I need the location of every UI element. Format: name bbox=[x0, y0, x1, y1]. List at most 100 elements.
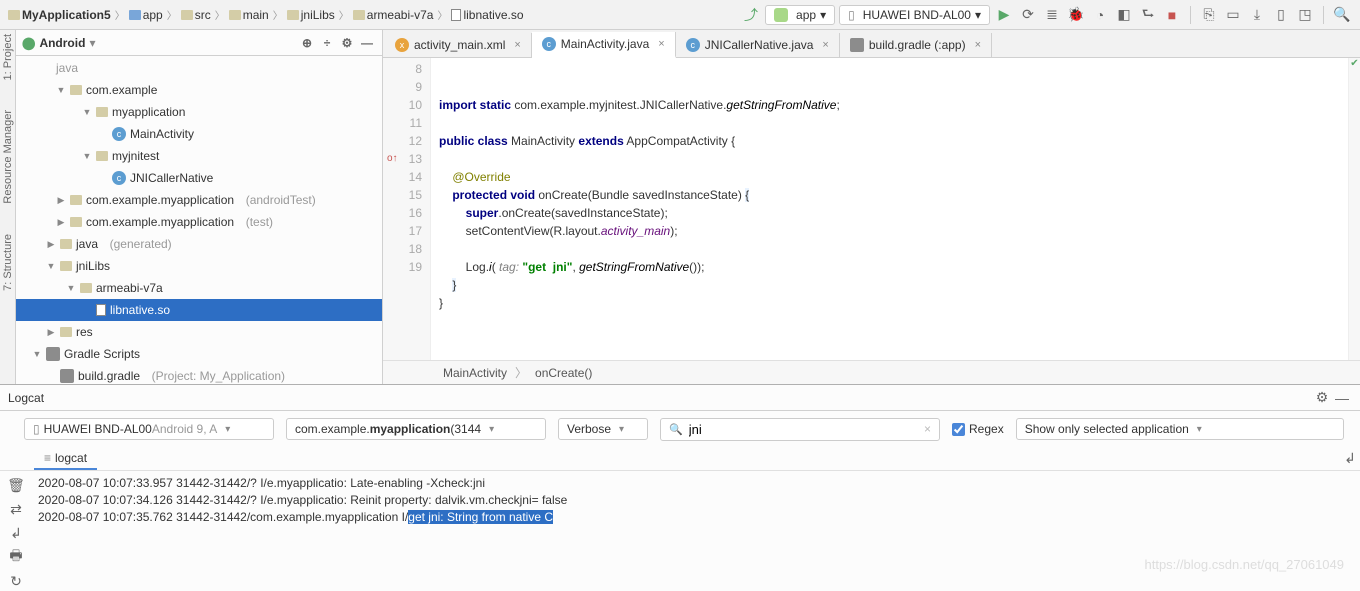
project-tree: java ▼com.example ▼myapplication cMainAc… bbox=[16, 56, 382, 384]
tree-java[interactable]: java bbox=[16, 57, 382, 79]
tree-res[interactable]: ▶res bbox=[16, 321, 382, 343]
regex-checkbox[interactable]: Regex bbox=[952, 422, 1004, 436]
tree-gradle-scripts[interactable]: ▼Gradle Scripts bbox=[16, 343, 382, 365]
package-icon bbox=[96, 107, 108, 117]
project-panel-header: ⬤ Android ▾ ⊕ ÷ ⚙ — bbox=[16, 30, 382, 56]
stop-icon[interactable]: ■ bbox=[1162, 5, 1182, 25]
tab-activity-main[interactable]: xactivity_main.xml× bbox=[385, 33, 532, 57]
logcat-package-selector[interactable]: com.example.myapplication (3144 bbox=[286, 418, 546, 440]
bc-file[interactable]: libnative.so bbox=[451, 8, 523, 22]
inspections-ok-icon[interactable]: ✔ bbox=[1349, 58, 1360, 69]
bc-src[interactable]: src bbox=[181, 8, 211, 22]
project-panel: ⬤ Android ▾ ⊕ ÷ ⚙ — java ▼com.example ▼m… bbox=[16, 30, 383, 384]
run-button[interactable]: ▶ bbox=[994, 5, 1014, 25]
tree-myjnitest[interactable]: ▼myjnitest bbox=[16, 145, 382, 167]
apply-code-icon[interactable]: ≣ bbox=[1042, 5, 1062, 25]
panel-view-selector[interactable]: ⬤ Android ▾ bbox=[22, 36, 298, 50]
breadcrumb: MyApplication5 〉 app 〉 src 〉 main 〉 jniL… bbox=[8, 7, 741, 22]
bc-app[interactable]: app bbox=[129, 8, 163, 22]
locate-icon[interactable]: ⊕ bbox=[298, 34, 316, 52]
side-tab-resource[interactable]: Resource Manager bbox=[2, 110, 14, 204]
bc-root[interactable]: MyApplication5 bbox=[8, 8, 111, 22]
watermark: https://blog.csdn.net/qq_27061049 bbox=[1145, 557, 1345, 572]
crumb-class[interactable]: MainActivity bbox=[443, 366, 507, 380]
tree-jnilibs[interactable]: ▼jniLibs bbox=[16, 255, 382, 277]
profiler-icon[interactable]: ◔ bbox=[1090, 5, 1110, 25]
close-icon[interactable]: × bbox=[658, 38, 664, 50]
log-lines[interactable]: 2020-08-07 10:07:33.957 31442-31442/? I/… bbox=[32, 471, 1360, 591]
tab-jnicaller[interactable]: cJNICallerNative.java× bbox=[676, 33, 840, 57]
tree-androidtest[interactable]: ▶com.example.myapplication (androidTest) bbox=[16, 189, 382, 211]
tab-main-activity[interactable]: cMainActivity.java× bbox=[532, 32, 676, 58]
binary-icon bbox=[96, 304, 106, 316]
code-area[interactable]: 891011 12 o↑13 141516171819 import stati… bbox=[383, 58, 1360, 360]
tree-mainactivity[interactable]: cMainActivity bbox=[16, 123, 382, 145]
log-line: 2020-08-07 10:07:35.762 31442-31442/com.… bbox=[38, 509, 1360, 526]
gear-icon[interactable]: ⚙ bbox=[1312, 388, 1332, 408]
coverage-icon[interactable]: ◧ bbox=[1114, 5, 1134, 25]
sync-icon[interactable]: ⎘ bbox=[1199, 5, 1219, 25]
hide-icon[interactable]: — bbox=[358, 34, 376, 52]
side-tab-structure[interactable]: 7: Structure bbox=[2, 234, 14, 291]
hide-icon[interactable]: — bbox=[1332, 388, 1352, 408]
scroll-icon[interactable]: ⇄ bbox=[6, 499, 26, 519]
wrap-icon[interactable]: ↲ bbox=[1340, 449, 1360, 469]
close-icon[interactable]: × bbox=[822, 39, 828, 51]
folder-icon bbox=[229, 10, 241, 20]
tree-java-gen[interactable]: ▶java (generated) bbox=[16, 233, 382, 255]
hammer-icon[interactable]: ⤴ bbox=[741, 5, 761, 25]
folder-icon bbox=[60, 239, 72, 249]
emulator-icon[interactable]: ◳ bbox=[1295, 5, 1315, 25]
logcat-body: 🗑 ⇄ ↲ 🖶 ↻ 2020-08-07 10:07:33.957 31442-… bbox=[0, 471, 1360, 591]
apply-changes-icon[interactable]: ⟳ bbox=[1018, 5, 1038, 25]
logcat-search-input[interactable] bbox=[689, 422, 918, 437]
tree-com-example[interactable]: ▼com.example bbox=[16, 79, 382, 101]
print-icon[interactable]: 🖶 bbox=[6, 547, 26, 567]
side-tab-project[interactable]: 1: Project bbox=[2, 34, 14, 80]
settings-icon[interactable]: ⚙ bbox=[338, 34, 356, 52]
logcat-title: Logcat bbox=[8, 391, 1312, 405]
logcat-search[interactable]: 🔍 × bbox=[660, 418, 940, 441]
override-gutter-icon[interactable]: o↑ bbox=[387, 150, 398, 168]
restart-icon[interactable]: ↻ bbox=[6, 571, 26, 591]
crumb-method[interactable]: onCreate() bbox=[535, 366, 592, 380]
debug-icon[interactable]: 🐞 bbox=[1066, 5, 1086, 25]
search-icon[interactable]: 🔍 bbox=[1332, 5, 1352, 25]
close-icon[interactable]: × bbox=[975, 39, 981, 51]
folder-icon bbox=[287, 10, 299, 20]
search-icon: 🔍 bbox=[669, 423, 683, 436]
tree-test[interactable]: ▶com.example.myapplication (test) bbox=[16, 211, 382, 233]
tree-build-gradle-project[interactable]: build.gradle (Project: My_Application) bbox=[16, 365, 382, 384]
left-gutter-tabs: 1: Project Resource Manager 7: Structure bbox=[0, 30, 16, 384]
tab-build-gradle[interactable]: build.gradle (:app)× bbox=[840, 33, 992, 57]
logcat-filter-selector[interactable]: Show only selected application bbox=[1016, 418, 1344, 440]
close-icon[interactable]: × bbox=[514, 39, 520, 51]
clear-icon[interactable]: × bbox=[924, 422, 931, 436]
trash-icon[interactable]: 🗑 bbox=[6, 475, 26, 495]
bc-abi[interactable]: armeabi-v7a bbox=[353, 8, 434, 22]
logcat-device-selector[interactable]: ▯HUAWEI BND-AL00 Android 9, A bbox=[24, 418, 274, 440]
class-icon: c bbox=[112, 127, 126, 141]
tree-myapplication[interactable]: ▼myapplication bbox=[16, 101, 382, 123]
tree-libnative[interactable]: libnative.so bbox=[16, 299, 382, 321]
bc-main[interactable]: main bbox=[229, 8, 269, 22]
collapse-icon[interactable]: ÷ bbox=[318, 34, 336, 52]
sdk-icon[interactable]: ⤓ bbox=[1247, 5, 1267, 25]
device-explorer-icon[interactable]: ▯ bbox=[1271, 5, 1291, 25]
editor-tabs: xactivity_main.xml× cMainActivity.java× … bbox=[383, 30, 1360, 58]
class-icon: c bbox=[112, 171, 126, 185]
avd-icon[interactable]: ▭ bbox=[1223, 5, 1243, 25]
soft-wrap-icon[interactable]: ↲ bbox=[6, 523, 26, 543]
logcat-tab[interactable]: ≡logcat bbox=[34, 448, 97, 470]
logcat-toolbar: ▯HUAWEI BND-AL00 Android 9, A com.exampl… bbox=[0, 411, 1360, 447]
tree-armeabi[interactable]: ▼armeabi-v7a bbox=[16, 277, 382, 299]
code-text[interactable]: import static com.example.myjnitest.JNIC… bbox=[431, 58, 1348, 360]
bc-jnilibs[interactable]: jniLibs bbox=[287, 8, 335, 22]
xml-icon: x bbox=[395, 38, 409, 52]
run-config-selector[interactable]: app ▾ bbox=[765, 5, 835, 25]
logcat-tab-row: ≡logcat ↲ bbox=[0, 447, 1360, 471]
tree-jnicaller[interactable]: cJNICallerNative bbox=[16, 167, 382, 189]
device-selector[interactable]: HUAWEI BND-AL00 ▾ bbox=[839, 5, 990, 25]
attach-icon[interactable]: ⮑ bbox=[1138, 5, 1158, 25]
logcat-level-selector[interactable]: Verbose bbox=[558, 418, 648, 440]
